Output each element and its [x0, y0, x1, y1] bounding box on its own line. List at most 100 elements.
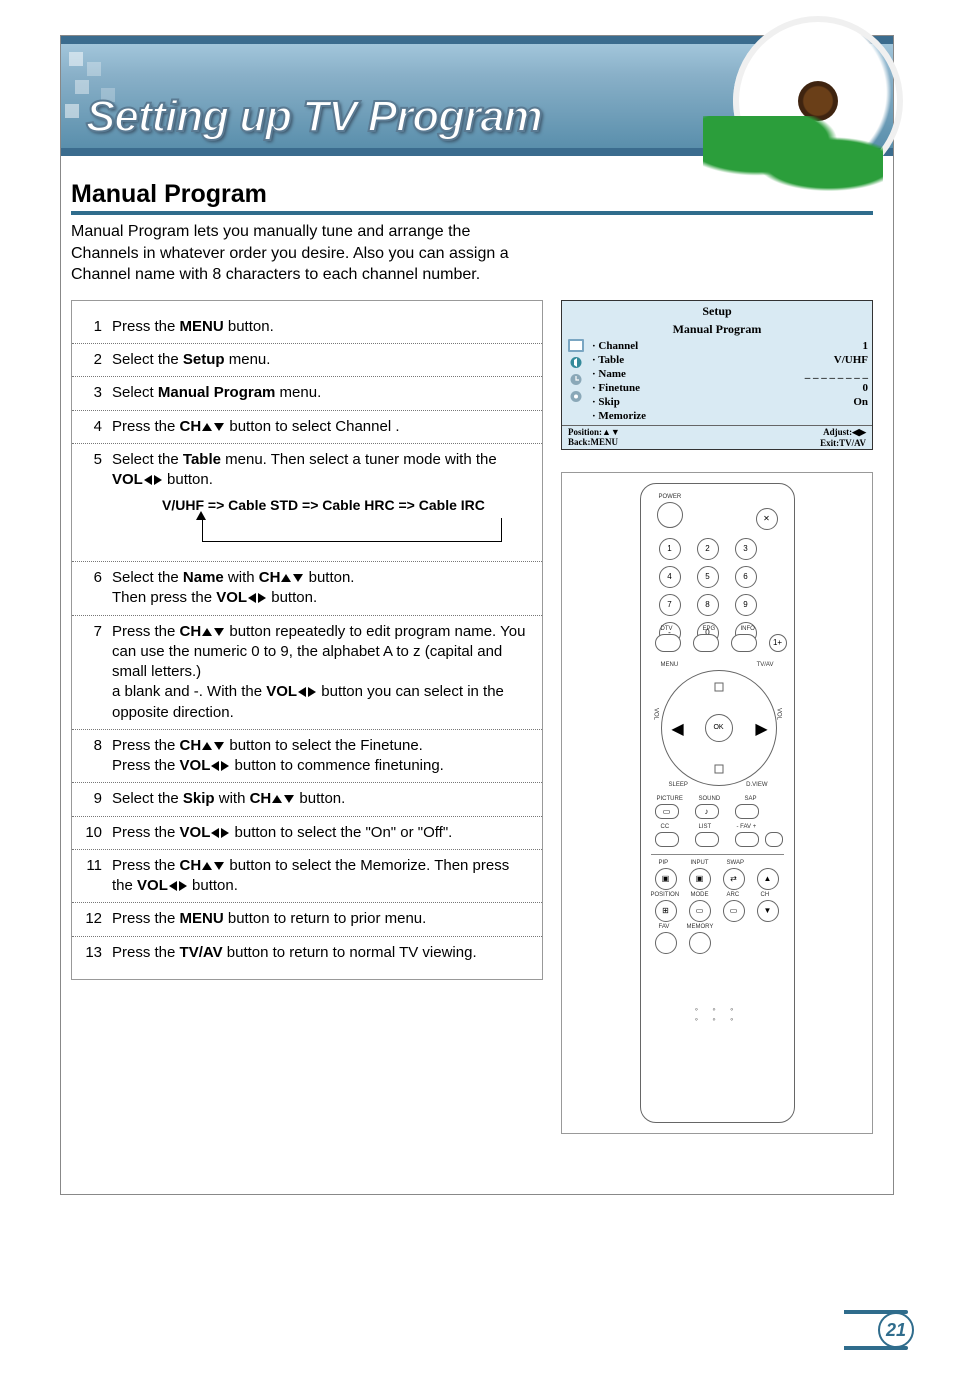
remote-memory-label: MEMORY	[687, 924, 714, 930]
step-text: Select the Skip with CH button.	[112, 789, 530, 809]
remote-dview-label: D.VIEW	[746, 782, 767, 788]
osd-picture-icon	[568, 339, 584, 352]
page-number-badge: 21	[844, 1310, 914, 1350]
step-text: Press the CH button repeatedly to edit p…	[112, 622, 530, 723]
osd-footer-right: Adjust:◀▶ Exit:TV/AV	[820, 427, 866, 448]
remote-pip-label: PIP	[659, 860, 669, 866]
remote-list-label: LIST	[699, 824, 712, 830]
step-number: 8	[80, 736, 112, 756]
remote-vol-left-label: VOL	[653, 708, 659, 720]
remote-dpad-up	[710, 678, 728, 696]
remote-digit-1: 1	[659, 538, 681, 560]
section-intro: Manual Program lets you manually tune an…	[71, 221, 541, 286]
step-number: 1	[80, 317, 112, 337]
step-number: 10	[80, 823, 112, 843]
step-number: 7	[80, 622, 112, 642]
remote-sleep-label: SLEEP	[669, 782, 688, 788]
remote-sap-button	[735, 804, 759, 819]
remote-chup-button: ▲	[757, 868, 779, 890]
remote-1plus-button: 1+	[769, 634, 787, 652]
remote-sound-button: ♪	[695, 804, 719, 819]
remote-dtv-button	[655, 634, 681, 652]
page-number: 21	[878, 1312, 914, 1348]
remote-favminus-button	[735, 832, 759, 847]
remote-pip-button: ▣	[655, 868, 677, 890]
step-number: 3	[80, 383, 112, 403]
remote-digit-7: 7	[659, 594, 681, 616]
chapter-header-band: Setting up TV Program	[61, 36, 893, 156]
remote-mode-button: ▭	[689, 900, 711, 922]
chapter-title: Setting up TV Program	[86, 92, 542, 142]
remote-ch-label: CH	[761, 892, 770, 898]
osd-preview: Setup Manual Program · Channel1· TableV/…	[561, 300, 873, 450]
remote-epg-label: EPG	[703, 626, 716, 632]
step-number: 6	[80, 568, 112, 588]
osd-subtitle: Manual Program	[562, 322, 872, 337]
remote-cc-button	[655, 832, 679, 847]
osd-row: · Memorize	[592, 409, 868, 423]
remote-epg-button	[693, 634, 719, 652]
remote-dpad-right: ▶	[753, 720, 771, 738]
remote-fav-label: - FAV +	[737, 824, 757, 830]
remote-swap-label: SWAP	[727, 860, 744, 866]
remote-cc-label: CC	[661, 824, 670, 830]
remote-illustration: POWER ✕ 123456789-0 DTV EPG INFO 1+ MENU	[561, 472, 873, 1134]
remote-tvav-label: TV/AV	[757, 662, 774, 668]
remote-picture-button: ▭	[655, 804, 679, 819]
osd-row: · TableV/UHF	[592, 353, 868, 367]
remote-info-label: INFO	[741, 626, 755, 632]
remote-digit-5: 5	[697, 566, 719, 588]
remote-power-button	[657, 502, 683, 528]
remote-power-label: POWER	[659, 494, 682, 500]
cycle-bracket	[202, 518, 502, 542]
osd-time-icon	[568, 373, 584, 386]
step-number: 13	[80, 943, 112, 963]
steps-container: 1Press the MENU button. 2Select the Setu…	[71, 300, 543, 980]
remote-speaker-dots: ◦ ◦ ◦◦ ◦ ◦	[641, 1004, 794, 1024]
remote-position-label: POSITION	[651, 892, 680, 898]
remote-dpad-down	[710, 760, 728, 778]
remote-mode-label: MODE	[691, 892, 709, 898]
flower-decoration	[733, 16, 903, 186]
osd-row: · Finetune0	[592, 381, 868, 395]
remote-mute-button: ✕	[756, 508, 778, 530]
step-text: Press the CH button to select Channel .	[112, 417, 530, 437]
step-number: 11	[80, 856, 112, 876]
osd-footer-left: Position:▲▼ Back:MENU	[568, 427, 620, 448]
step-text: Press the MENU button to return to prior…	[112, 909, 530, 929]
osd-row: · Name_ _ _ _ _ _ _ _	[592, 367, 868, 381]
remote-digit-9: 9	[735, 594, 757, 616]
right-icon	[154, 475, 162, 485]
step-text: Select the Table menu. Then select a tun…	[112, 450, 530, 555]
step-text: Press the TV/AV button to return to norm…	[112, 943, 530, 963]
step-text: Press the CH button to select the Finetu…	[112, 736, 530, 777]
step-number: 9	[80, 789, 112, 809]
up-icon	[202, 423, 212, 431]
osd-row: · SkipOn	[592, 395, 868, 409]
remote-ok-button: OK	[705, 714, 733, 742]
step-text: Press the MENU button.	[112, 317, 530, 337]
remote-memory-button	[689, 932, 711, 954]
osd-row: · Channel1	[592, 339, 868, 353]
remote-position-button: ⊞	[655, 900, 677, 922]
step-number: 2	[80, 350, 112, 370]
remote-digit-4: 4	[659, 566, 681, 588]
remote-list-button	[695, 832, 719, 847]
remote-vol-right-label: VOL	[776, 708, 782, 720]
remote-menu-label: MENU	[661, 662, 679, 668]
remote-info-button	[731, 634, 757, 652]
step-text: Press the VOL button to select the "On" …	[112, 823, 530, 843]
remote-arc-label: ARC	[727, 892, 740, 898]
step-number: 5	[80, 450, 112, 470]
remote-picture-label: PICTURE	[657, 796, 683, 802]
cycle-arrow-icon	[196, 511, 206, 520]
osd-title: Setup	[562, 301, 872, 322]
remote-digit-3: 3	[735, 538, 757, 560]
remote-input-button: ▣	[689, 868, 711, 890]
left-icon	[144, 475, 152, 485]
remote-input-label: INPUT	[691, 860, 709, 866]
remote-digit-6: 6	[735, 566, 757, 588]
step-text: Press the CH button to select the Memori…	[112, 856, 530, 897]
down-icon	[214, 423, 224, 431]
step-number: 4	[80, 417, 112, 437]
